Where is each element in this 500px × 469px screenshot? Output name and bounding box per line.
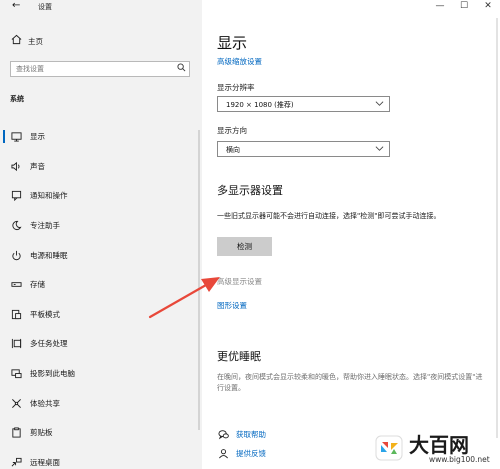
notification-icon [10,190,22,202]
main-scrollbar[interactable] [496,18,498,438]
get-help-link[interactable]: 获取帮助 [217,428,266,440]
get-help-label: 获取帮助 [236,429,266,439]
chevron-down-icon [375,99,384,111]
advanced-scaling-link[interactable]: 高级缩放设置 [217,56,262,67]
sidebar-item-project[interactable]: 投影到此电脑 [0,359,202,389]
speaker-icon [10,160,22,172]
watermark-url: www.big100.net [429,455,490,464]
sidebar-item-tablet-mode[interactable]: 平板模式 [0,300,202,330]
graphics-settings-link[interactable]: 图形设置 [217,300,247,311]
minimize-button[interactable]: — [428,0,452,12]
sidebar-item-label: 通知和操作 [30,191,68,201]
resolution-label: 显示分辨率 [217,83,255,92]
chat-help-icon [217,428,229,440]
search-field[interactable] [10,61,190,77]
sidebar-item-remote-desktop[interactable]: 远程桌面 [0,448,202,469]
monitor-icon [10,131,22,143]
sidebar-item-focus-assist[interactable]: 专注助手 [0,211,202,241]
sleep-heading: 更优睡眠 [217,350,261,363]
resolution-value: 1920 × 1080 (推荐) [226,101,294,109]
back-arrow-icon[interactable]: ← [12,1,20,11]
moon-icon [10,220,22,232]
feedback-label: 提供反馈 [236,448,266,458]
sidebar-item-sound[interactable]: 声音 [0,152,202,182]
sidebar-item-label: 剪贴板 [30,428,53,438]
sidebar-item-label: 显示 [30,132,45,142]
watermark-logo [375,435,403,461]
detect-button[interactable]: 检测 [217,237,272,256]
project-icon [10,368,22,380]
power-icon [10,249,22,261]
multi-display-description: 一些旧式显示器可能不会进行自动连接，选择"检测"即可尝试手动连接。 [217,212,441,220]
close-button[interactable]: ✕ [476,0,500,12]
search-input[interactable] [11,62,176,76]
app-title: 设置 [38,3,52,11]
share-icon [10,397,22,409]
sidebar-item-label: 体验共享 [30,398,60,408]
feedback-icon [217,447,229,459]
tablet-icon [10,308,22,320]
sidebar-item-label: 存储 [30,280,45,290]
feedback-link[interactable]: 提供反馈 [217,447,266,459]
sidebar-item-multitasking[interactable]: 多任务处理 [0,329,202,359]
orientation-dropdown[interactable]: 横向 [217,141,390,157]
sidebar-item-storage[interactable]: 存储 [0,270,202,300]
maximize-button[interactable]: ☐ [452,0,476,12]
nav-list: 显示 声音 通知和操作 专注助手 电源和睡眠 存储 平板模式 多任务处理 投影到… [0,122,202,469]
resolution-dropdown[interactable]: 1920 × 1080 (推荐) [217,96,390,112]
sidebar-item-label: 平板模式 [30,309,60,319]
sleep-description: 在晚间，夜间模式会显示较柔和的暖色，帮助你进入睡眠状态。选择"夜间模式设置"进行… [217,373,483,392]
orientation-value: 横向 [226,146,240,154]
sidebar-item-notifications[interactable]: 通知和操作 [0,181,202,211]
sidebar-item-label: 专注助手 [30,221,60,231]
sidebar-item-power[interactable]: 电源和睡眠 [0,240,202,270]
watermark-name: 大百网 [409,433,469,457]
home-label: 主页 [28,36,43,46]
multi-display-heading: 多显示器设置 [217,184,283,197]
sidebar-item-label: 电源和睡眠 [30,250,68,260]
advanced-display-link[interactable]: 高级显示设置 [217,276,262,287]
sidebar: ← 设置 主页 系统 显示 声音 [0,0,202,469]
title-bar: ← 设置 [0,0,202,14]
sidebar-item-label: 声音 [30,161,45,171]
main-pane: — ☐ ✕ 显示 高级缩放设置 显示分辨率 1920 × 1080 (推荐) 显… [202,0,500,469]
orientation-label: 显示方向 [217,126,247,135]
clipboard-icon [10,427,22,439]
multitask-icon [10,338,22,350]
window-controls: — ☐ ✕ [428,0,500,14]
remote-icon [10,456,22,468]
page-title: 显示 [217,34,248,52]
sidebar-scrollbar[interactable] [198,130,200,430]
sidebar-item-display[interactable]: 显示 [0,122,202,152]
storage-icon [10,279,22,291]
home-nav-item[interactable]: 主页 [10,34,43,48]
sidebar-item-clipboard[interactable]: 剪贴板 [0,418,202,448]
sidebar-item-label: 投影到此电脑 [30,369,75,379]
search-icon[interactable] [177,63,186,75]
watermark: 大百网 www.big100.net [371,428,499,468]
sidebar-item-shared-experiences[interactable]: 体验共享 [0,388,202,418]
chevron-down-icon [375,144,384,156]
sidebar-item-label: 多任务处理 [30,339,68,349]
section-label-system: 系统 [10,95,24,103]
home-icon [10,34,22,48]
sidebar-item-label: 远程桌面 [30,457,60,467]
